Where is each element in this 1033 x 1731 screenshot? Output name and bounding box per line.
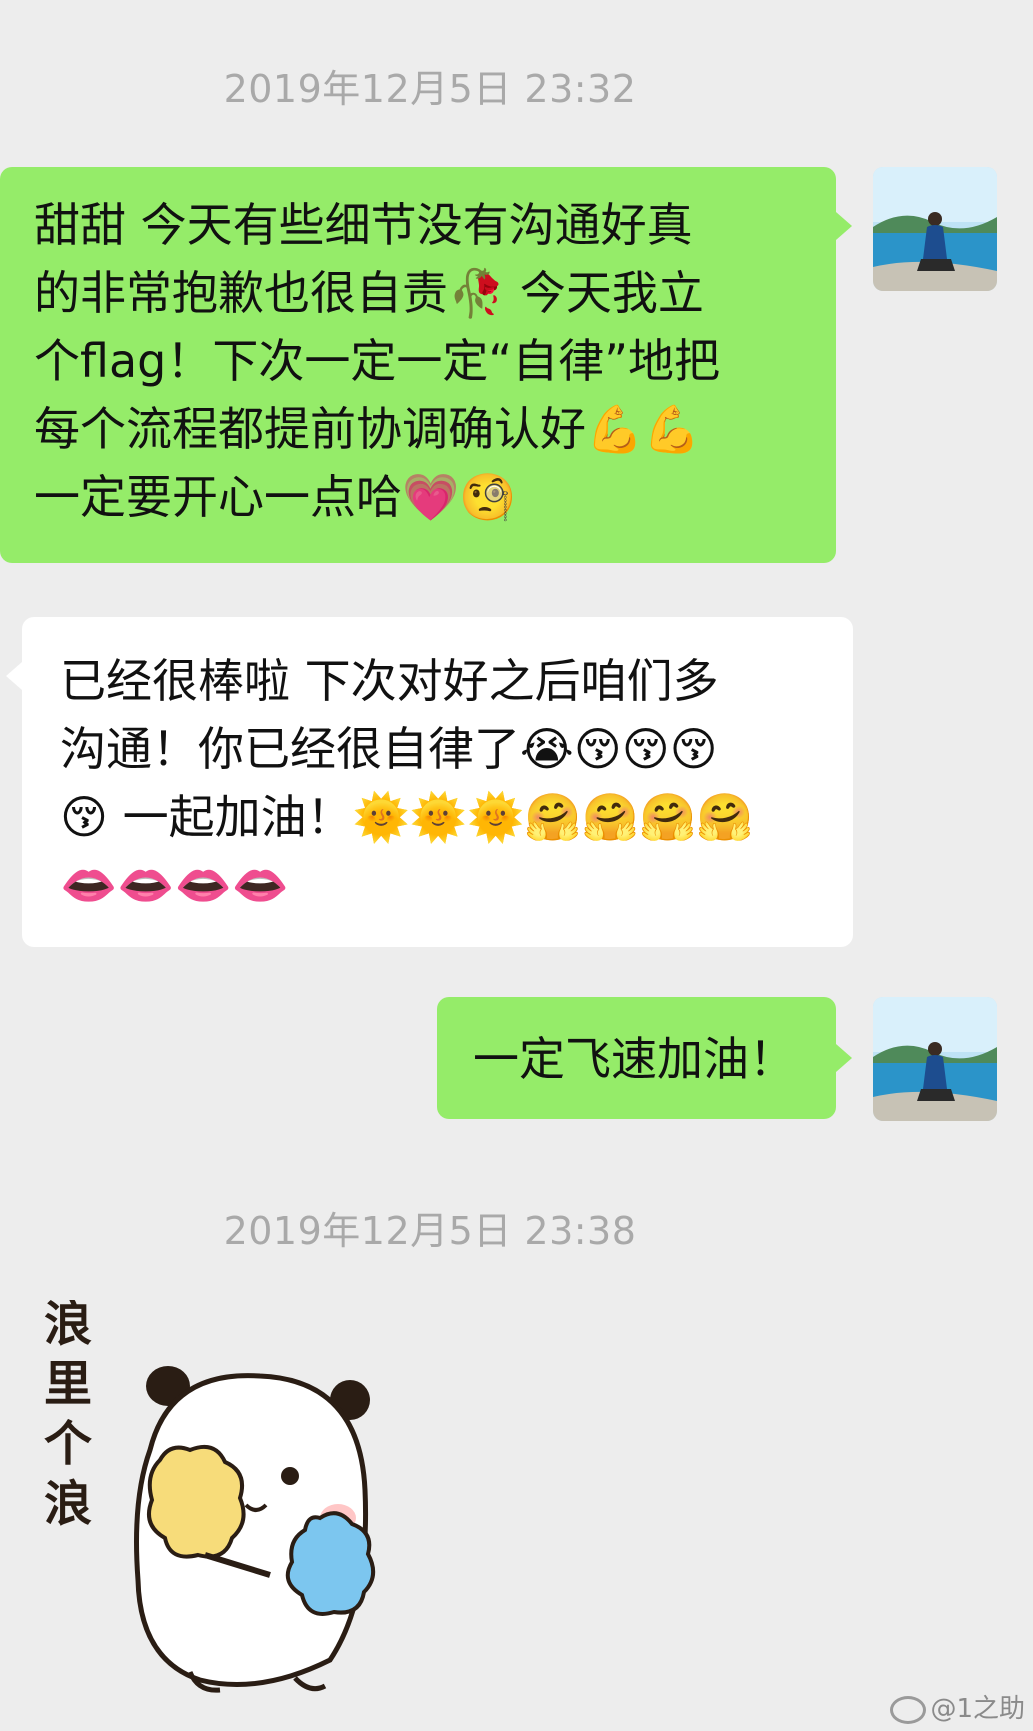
message-line: 沟通！你已经很自律了😭😚😚😚 [60, 722, 718, 776]
panda-sticker-icon: 浪 里 个 浪 [44, 1296, 376, 1693]
message-bubble-sent-2[interactable]: 一定飞速加油！ [437, 997, 836, 1119]
message-line: 👄👄👄👄 [60, 858, 290, 912]
avatar-self[interactable] [873, 167, 997, 291]
message-line: 每个流程都提前协调确认好💪💪 [34, 402, 701, 456]
sticker-caption-char: 浪 [44, 1300, 92, 1352]
weibo-logo-icon [890, 1695, 927, 1724]
sticker-caption-char: 浪 [44, 1476, 92, 1532]
timestamp-2: 2019年12月5日 23:38 [223, 1209, 637, 1253]
message-line: 甜甜 今天有些细节没有沟通好真 [34, 198, 693, 252]
watermark-text: @1之助 [930, 1694, 1025, 1724]
message-line: 一定飞速加油！ [473, 1032, 795, 1086]
panda-sticker[interactable]: 浪 里 个 浪 [20, 1296, 400, 1700]
avatar-self[interactable] [873, 997, 997, 1121]
message-line: 的非常抱歉也很自责🥀 今天我立 [34, 266, 704, 320]
weibo-watermark: @1之助 [890, 1688, 1025, 1725]
message-line: 一定要开心一点哈💗🧐 [34, 470, 517, 524]
message-line: 个flag！下次一定一定“自律”地把 [34, 334, 721, 388]
message-bubble-received-1[interactable]: 已经很棒啦 下次对好之后咱们多 沟通！你已经很自律了😭😚😚😚 😚 一起加油！🌞🌞… [22, 617, 853, 947]
message-line: 已经很棒啦 下次对好之后咱们多 [60, 654, 719, 708]
avatar-photo-icon [873, 997, 997, 1121]
timestamp-1: 2019年12月5日 23:32 [223, 67, 637, 111]
sticker-caption-char: 个 [44, 1416, 92, 1472]
avatar-photo-icon [873, 167, 997, 291]
message-line: 😚 一起加油！🌞🌞🌞🤗🤗🤗🤗 [60, 790, 754, 844]
bubble-tail [6, 662, 22, 690]
message-bubble-sent-1[interactable]: 甜甜 今天有些细节没有沟通好真 的非常抱歉也很自责🥀 今天我立 个flag！下次… [0, 167, 836, 563]
sticker-caption-char: 里 [44, 1356, 92, 1412]
bubble-tail [836, 1044, 852, 1072]
bubble-tail [836, 212, 852, 240]
